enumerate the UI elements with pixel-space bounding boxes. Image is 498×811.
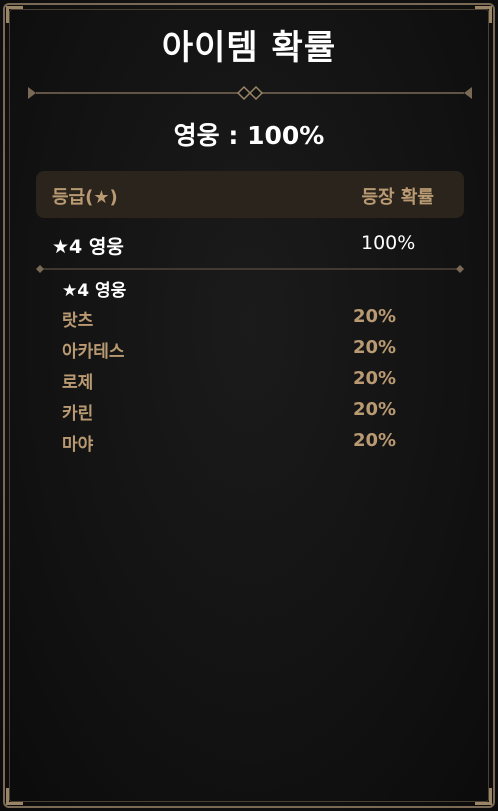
item-name: 카린 [62, 404, 94, 424]
item-name: 아카테스 [62, 342, 125, 362]
table-header: 등급(★) 등장 확률 [36, 171, 464, 218]
item-rate: 20% [353, 430, 397, 451]
list-item: 로제 20% [62, 368, 422, 399]
item-rate: 20% [353, 306, 397, 327]
item-list: 랏츠 20% 아카테스 20% 로제 20% 카린 20% 마야 20% [62, 306, 422, 461]
row-divider [36, 265, 464, 273]
grade-group-label: ★4 영웅 [52, 236, 124, 258]
item-name: 마야 [62, 435, 94, 455]
page-title: 아이템 확률 [161, 28, 337, 68]
frame-corner-ornament [475, 788, 492, 805]
list-item: 마야 20% [62, 430, 422, 461]
list-item: 카린 20% [62, 399, 422, 430]
list-item: 아카테스 20% [62, 337, 422, 368]
list-item: 랏츠 20% [62, 306, 422, 337]
frame-corner-ornament [6, 788, 23, 805]
item-rate: 20% [353, 337, 397, 358]
item-name: 로제 [62, 373, 94, 393]
item-probability-panel: 아이템 확률 영웅 : 100% 등급(★) 등장 확률 ★4 영웅 100% … [0, 0, 498, 811]
probability-summary: 영웅 : 100% [173, 121, 325, 150]
grade-group-row: ★4 영웅 100% [52, 232, 452, 260]
header-grade: 등급(★) [52, 187, 118, 208]
item-rate: 20% [353, 368, 397, 389]
item-rate: 20% [353, 399, 397, 420]
title-ornament-divider [28, 85, 472, 101]
header-rate: 등장 확률 [361, 187, 434, 208]
grade-group-rate: 100% [361, 232, 416, 254]
item-name: 랏츠 [62, 311, 94, 331]
grade-subgroup-label: ★4 영웅 [62, 281, 127, 301]
